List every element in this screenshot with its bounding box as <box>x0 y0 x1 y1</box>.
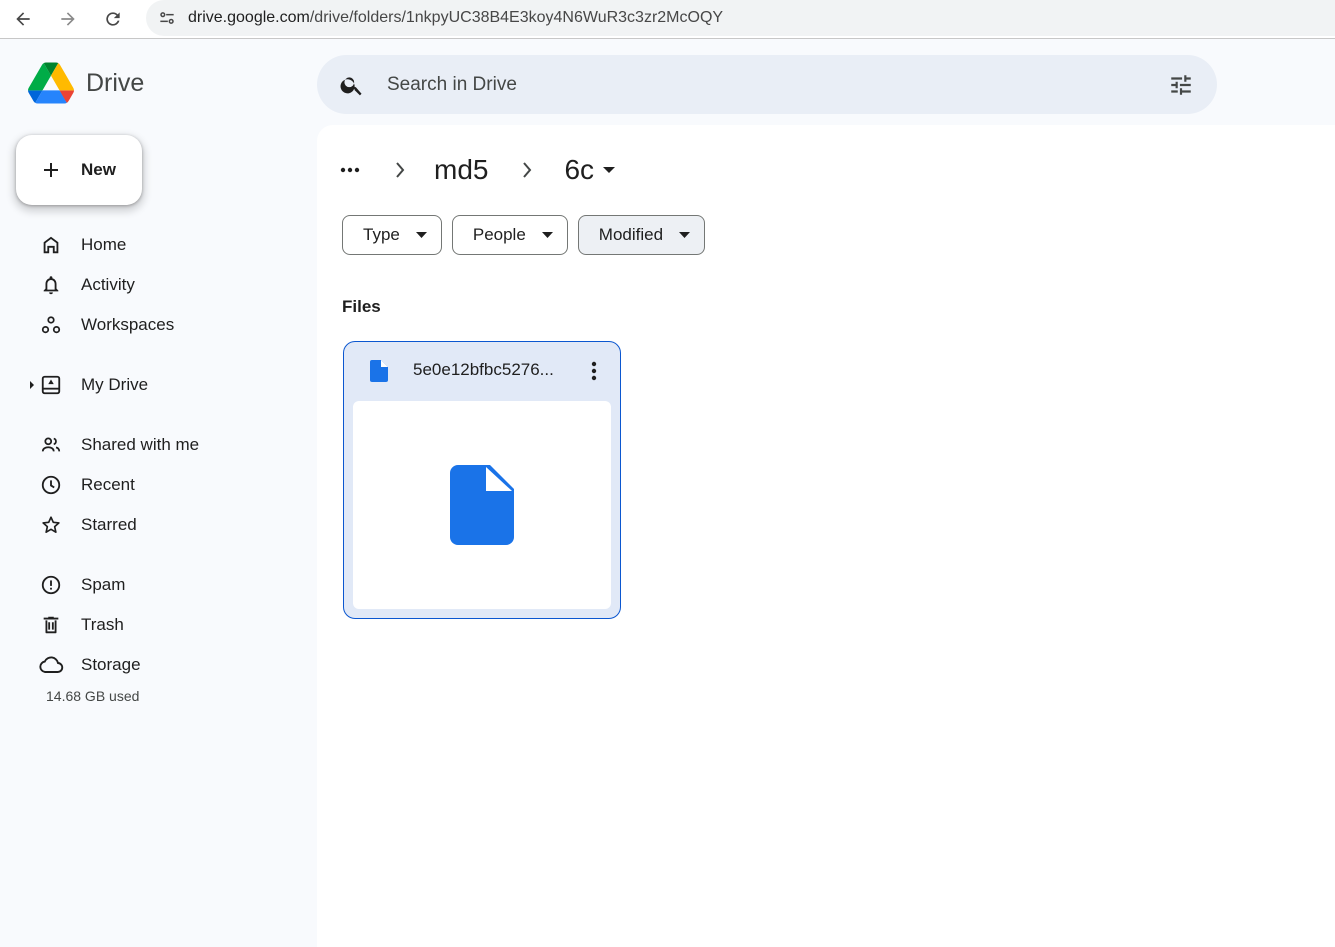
cloud-icon <box>38 652 64 678</box>
reload-button[interactable] <box>90 2 135 36</box>
sidebar-item-home[interactable]: Home <box>0 225 290 265</box>
files-section-heading: Files <box>342 297 381 316</box>
file-name: 5e0e12bfbc5276... <box>413 360 554 379</box>
filter-modified-chip[interactable]: Modified <box>577 215 706 255</box>
app-name: Drive <box>86 68 145 97</box>
chip-label: Type <box>363 225 400 244</box>
my-drive-icon <box>38 372 64 398</box>
caret-down-icon <box>602 166 616 174</box>
spam-icon <box>38 572 64 598</box>
sidebar-item-label: Trash <box>81 615 124 634</box>
arrow-right-icon <box>60 12 75 26</box>
back-button[interactable] <box>0 2 45 36</box>
home-icon <box>38 232 64 258</box>
chip-label: People <box>472 225 526 244</box>
site-info-button[interactable] <box>146 0 188 36</box>
search-bar[interactable] <box>317 55 1217 114</box>
sidebar-item-my-drive[interactable]: My Drive <box>0 365 290 405</box>
sidebar-item-workspaces[interactable]: Workspaces <box>0 305 290 345</box>
drive-logo[interactable]: Drive <box>28 62 144 104</box>
more-actions-button[interactable] <box>580 356 608 386</box>
sidebar-item-label: Workspaces <box>81 315 175 334</box>
caret-down-icon <box>541 232 553 238</box>
sidebar-item-shared-with-me[interactable]: Shared with me <box>0 425 290 465</box>
file-type-icon <box>370 360 388 387</box>
star-icon <box>38 512 64 538</box>
address-bar[interactable]: drive.google.com/drive/folders/1nkpyUC38… <box>146 0 1335 36</box>
drive-logo-icon <box>28 62 74 104</box>
search-input[interactable] <box>387 73 1145 96</box>
browser-divider <box>0 38 1335 46</box>
bell-icon <box>38 272 64 298</box>
url-text: drive.google.com/drive/folders/1nkpyUC38… <box>188 9 723 27</box>
file-thumbnail <box>353 401 611 609</box>
arrow-left-icon <box>15 12 30 26</box>
filter-chips: Type People Modified <box>342 215 715 255</box>
search-icon <box>340 76 362 95</box>
url-host: drive.google.com <box>188 9 310 26</box>
sidebar-item-label: Activity <box>81 275 135 294</box>
plus-icon <box>38 158 64 182</box>
more-horizontal-icon <box>340 167 360 173</box>
sidebar-item-label: Home <box>81 235 127 254</box>
sidebar-item-spam[interactable]: Spam <box>0 565 290 605</box>
workspaces-icon <box>38 312 64 338</box>
sidebar-item-trash[interactable]: Trash <box>0 605 290 645</box>
new-button-label: New <box>81 160 116 179</box>
filter-people-chip[interactable]: People <box>451 215 568 255</box>
more-vertical-icon <box>591 361 597 381</box>
new-button[interactable]: New <box>16 135 142 205</box>
url-path: /drive/folders/1nkpyUC38B4E3koy4N6WuR3c3… <box>309 9 724 26</box>
people-icon <box>38 432 64 458</box>
sidebar-item-label: Starred <box>81 515 137 534</box>
sidebar-item-label: My Drive <box>81 375 149 394</box>
sliders-icon <box>1171 74 1191 95</box>
browser-toolbar: drive.google.com/drive/folders/1nkpyUC38… <box>0 0 1335 38</box>
chevron-right-icon <box>516 161 538 179</box>
caret-down-icon <box>679 232 691 238</box>
filter-type-chip[interactable]: Type <box>342 215 442 255</box>
clock-icon <box>38 472 64 498</box>
main-panel: md5 6c Type People Modified Files 5e0e12… <box>317 125 1335 947</box>
sidebar-item-storage[interactable]: Storage <box>0 645 290 685</box>
breadcrumb-parent[interactable]: md5 <box>434 154 488 186</box>
breadcrumb-more-button[interactable] <box>339 152 361 188</box>
search-button[interactable] <box>317 72 387 98</box>
chip-label: Modified <box>598 225 664 244</box>
search-options-button[interactable] <box>1145 72 1217 98</box>
trash-icon <box>38 612 64 638</box>
sidebar-item-label: Shared with me <box>81 435 200 454</box>
sidebar-item-label: Spam <box>81 575 126 594</box>
breadcrumb-current-folder[interactable]: 6c <box>564 154 616 186</box>
forward-button[interactable] <box>45 2 90 36</box>
sidebar-item-activity[interactable]: Activity <box>0 265 290 305</box>
tune-icon <box>160 12 174 24</box>
caret-down-icon <box>415 232 427 238</box>
breadcrumb: md5 6c <box>339 152 616 188</box>
sidebar-item-starred[interactable]: Starred <box>0 505 290 545</box>
storage-used-text: 14.68 GB used <box>46 688 140 704</box>
sidebar-item-label: Recent <box>81 475 135 494</box>
chevron-right-icon <box>389 161 411 179</box>
file-card[interactable]: 5e0e12bfbc5276... <box>343 341 621 619</box>
file-icon <box>450 465 514 545</box>
expand-arrow-icon[interactable] <box>27 380 37 390</box>
sidebar-item-label: Storage <box>81 655 141 674</box>
reload-icon <box>105 12 120 26</box>
current-folder-name: 6c <box>564 154 595 185</box>
sidebar-item-recent[interactable]: Recent <box>0 465 290 505</box>
